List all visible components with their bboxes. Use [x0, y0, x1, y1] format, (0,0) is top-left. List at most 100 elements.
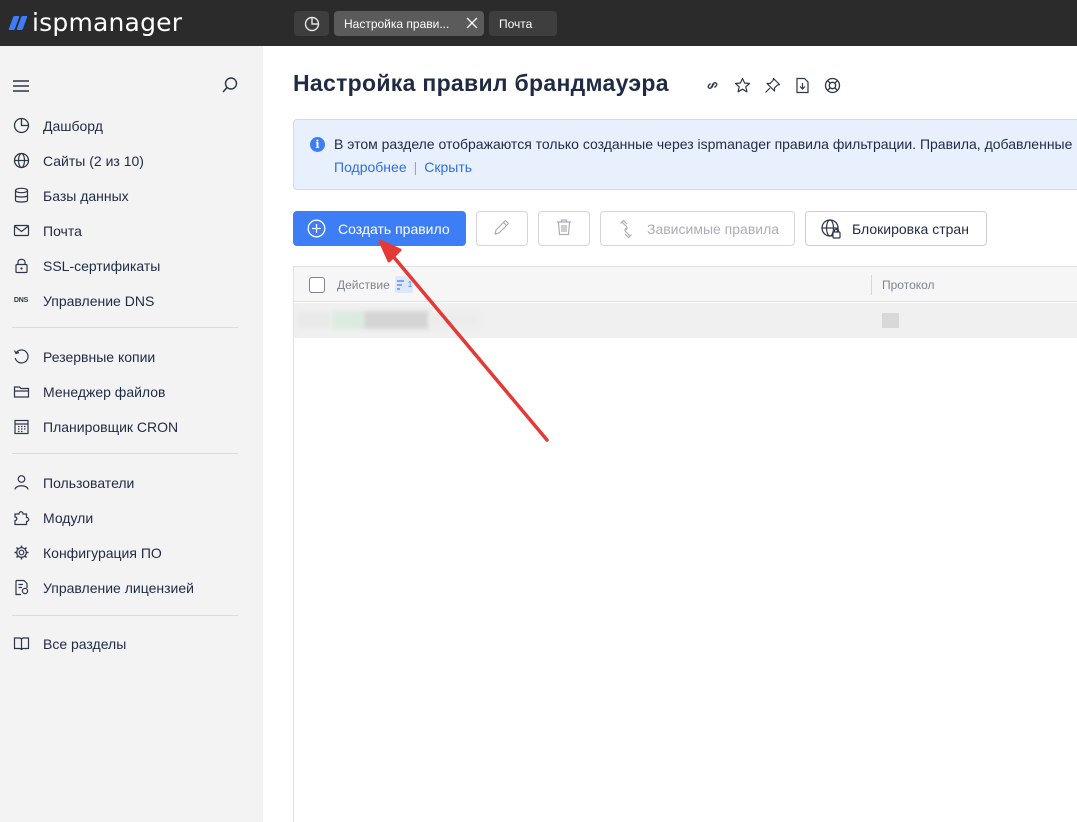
sidebar-item-label: Управление DNS	[43, 292, 155, 309]
column-divider[interactable]	[871, 275, 872, 295]
search-icon[interactable]	[221, 76, 239, 94]
dependent-rules-label: Зависимые правила	[647, 220, 780, 237]
calendar-icon	[12, 418, 30, 436]
blurred-cell	[364, 311, 429, 329]
sort-order-label: 1	[407, 280, 413, 289]
sidebar-item-backups[interactable]: Резервные копии	[0, 339, 263, 374]
tab-label: Почта	[499, 16, 533, 31]
menu-icon[interactable]	[12, 78, 30, 94]
mail-icon	[12, 222, 30, 240]
star-icon[interactable]	[733, 76, 751, 94]
dashboard-icon	[12, 117, 30, 135]
table-header: Действие 1 Протокол	[294, 267, 1077, 302]
tab-mail[interactable]: Почта	[489, 11, 557, 36]
sidebar-item-cron[interactable]: Планировщик CRON	[0, 409, 263, 444]
sidebar-item-software-config[interactable]: Конфигурация ПО	[0, 535, 263, 570]
more-link[interactable]: Подробнее	[334, 159, 407, 175]
sidebar-item-dns[interactable]: DNS Управление DNS	[0, 283, 263, 318]
country-block-button[interactable]: Блокировка стран	[805, 211, 987, 246]
info-links: Подробнее | Скрыть	[334, 159, 472, 175]
lock-icon	[12, 257, 30, 275]
pencil-icon	[492, 217, 512, 240]
sidebar-item-label: Все разделы	[43, 635, 127, 652]
sidebar-item-license[interactable]: Управление лицензией	[0, 570, 263, 605]
ispmanager-logo[interactable]: ispmanager	[8, 6, 182, 38]
sidebar-item-label: Сайты (2 из 10)	[43, 152, 144, 169]
sidebar-item-label: SSL-сертификаты	[43, 257, 161, 274]
country-block-label: Блокировка стран	[852, 220, 969, 237]
globe-lock-icon	[820, 218, 842, 240]
logo-mark-icon	[8, 12, 30, 32]
trash-icon	[554, 217, 574, 240]
sidebar-item-sites[interactable]: Сайты (2 из 10)	[0, 143, 263, 178]
sort-icon[interactable]: 1	[395, 276, 413, 293]
sidebar-item-mail[interactable]: Почта	[0, 213, 263, 248]
sidebar-item-ssl[interactable]: SSL-сертификаты	[0, 248, 263, 283]
rules-table: Действие 1 Протокол	[293, 266, 1077, 822]
hide-link[interactable]: Скрыть	[424, 159, 472, 175]
sidebar-item-databases[interactable]: Базы данных	[0, 178, 263, 213]
sidebar-item-label: Управление лицензией	[43, 579, 194, 596]
sidebar-item-label: Резервные копии	[43, 348, 156, 365]
dns-icon: DNS	[13, 297, 29, 304]
tab-label: Настройка прави...	[344, 16, 450, 31]
link-separator: |	[413, 159, 418, 175]
delete-button[interactable]	[538, 211, 590, 246]
pie-chart-icon	[304, 16, 319, 31]
create-rule-label: Создать правило	[338, 220, 450, 237]
tab-firewall-rules[interactable]: Настройка прави...	[334, 11, 484, 36]
select-all-checkbox[interactable]	[309, 277, 325, 293]
sidebar-item-label: Пользователи	[43, 474, 135, 491]
logo-text: ispmanager	[32, 7, 183, 37]
plus-circle-icon	[307, 219, 326, 238]
sidebar-item-label: Базы данных	[43, 187, 129, 204]
sidebar-divider	[12, 453, 238, 454]
blurred-cell	[298, 311, 330, 329]
backup-icon	[12, 348, 30, 366]
folder-icon	[12, 383, 30, 401]
globe-icon	[12, 152, 30, 170]
info-banner: i В этом разделе отображаются только соз…	[293, 119, 1077, 190]
link-icon[interactable]	[703, 76, 721, 94]
database-icon	[12, 187, 30, 205]
sidebar-divider	[12, 615, 238, 616]
sidebar-item-modules[interactable]: Модули	[0, 500, 263, 535]
pin-icon[interactable]	[763, 76, 781, 94]
title-actions	[703, 76, 841, 94]
sidebar-item-users[interactable]: Пользователи	[0, 465, 263, 500]
sidebar-item-label: Конфигурация ПО	[43, 544, 162, 561]
help-lifebuoy-icon[interactable]	[823, 76, 841, 94]
sidebar-item-label: Почта	[43, 222, 82, 239]
top-bar: ispmanager Настройка прави... Почта	[0, 0, 1077, 46]
sidebar: Дашборд Сайты (2 из 10) Базы данных Почт…	[0, 46, 263, 822]
sidebar-header	[0, 74, 263, 98]
dependent-rules-button[interactable]: Зависимые правила	[600, 211, 795, 246]
create-rule-button[interactable]: Создать правило	[293, 211, 466, 246]
column-header-protocol[interactable]: Протокол	[882, 278, 935, 292]
blurred-cell	[882, 313, 899, 328]
sidebar-divider	[12, 327, 238, 328]
dashboard-tab[interactable]	[294, 11, 329, 36]
sidebar-item-label: Модули	[43, 509, 94, 526]
table-row[interactable]	[294, 303, 1077, 338]
download-icon[interactable]	[793, 76, 811, 94]
blurred-cell	[429, 313, 479, 327]
puzzle-icon	[12, 509, 30, 527]
blurred-cell	[332, 311, 364, 329]
book-icon	[12, 635, 30, 653]
sidebar-item-label: Дашборд	[43, 117, 103, 134]
license-icon	[12, 579, 30, 597]
sidebar-item-label: Менеджер файлов	[43, 383, 166, 400]
sidebar-item-all-sections[interactable]: Все разделы	[0, 626, 263, 661]
user-icon	[12, 474, 30, 492]
sidebar-item-label: Планировщик CRON	[43, 418, 179, 435]
column-header-action[interactable]: Действие	[337, 278, 390, 292]
page-title: Настройка правил брандмауэра	[293, 70, 669, 96]
close-icon[interactable]	[464, 15, 480, 31]
gear-icon	[12, 544, 30, 562]
broken-link-icon	[615, 218, 637, 240]
edit-button[interactable]	[476, 211, 528, 246]
sidebar-item-file-manager[interactable]: Менеджер файлов	[0, 374, 263, 409]
info-text: В этом разделе отображаются только созда…	[334, 136, 1073, 152]
sidebar-item-dashboard[interactable]: Дашборд	[0, 108, 263, 143]
